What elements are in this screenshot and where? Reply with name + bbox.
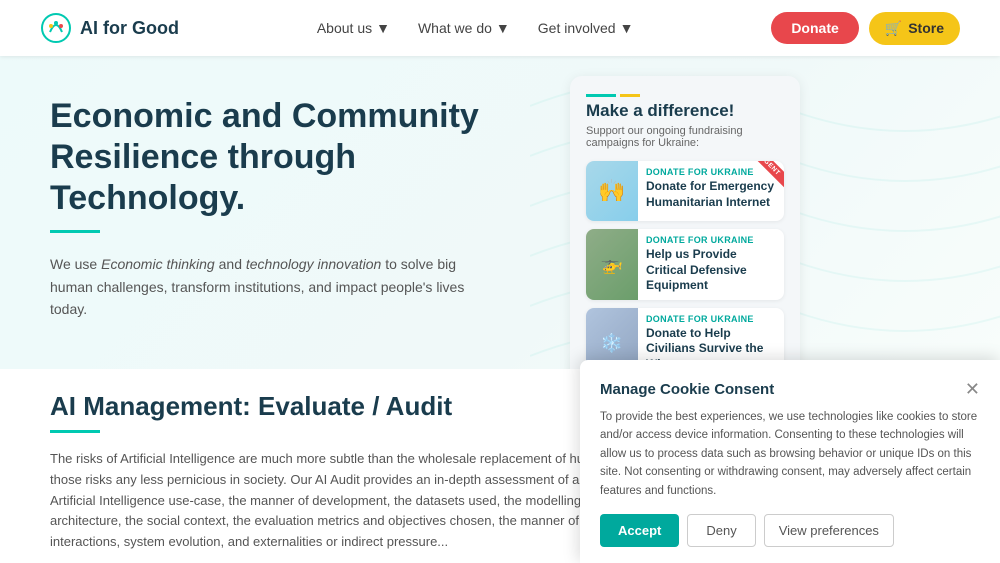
hero-section: Economic and Community Resilience throug… xyxy=(0,56,560,369)
cookie-close-button[interactable]: ✕ xyxy=(965,380,980,398)
drone-icon: 🚁 xyxy=(601,254,623,275)
store-icon: 🛒 xyxy=(885,20,902,37)
card-title: Make a difference! xyxy=(586,101,784,121)
cookie-body: To provide the best experiences, we use … xyxy=(600,408,980,500)
card-title-bar xyxy=(586,94,784,97)
logo-icon xyxy=(40,12,72,44)
card-subtitle: Support our ongoing fundraising campaign… xyxy=(586,125,784,149)
donation-item-3-label: Donate for Ukraine xyxy=(646,314,776,324)
donation-item-2-label: Donate for Ukraine xyxy=(646,235,776,245)
logo[interactable]: AI for Good xyxy=(40,12,179,44)
nav-links: About us ▼ What we do ▼ Get involved ▼ xyxy=(317,20,634,36)
urgent-badge: URGENT xyxy=(743,161,784,189)
donation-card-section: Make a difference! Support our ongoing f… xyxy=(560,56,820,369)
hero-italic-1: Economic thinking xyxy=(101,256,215,272)
cookie-accept-button[interactable]: Accept xyxy=(600,514,679,547)
cookie-deny-button[interactable]: Deny xyxy=(687,514,755,547)
store-button[interactable]: 🛒 Store xyxy=(869,12,960,45)
section-underline xyxy=(50,430,100,433)
donation-item-1-image: 🙌 xyxy=(586,161,638,221)
hero-body: We use Economic thinking and technology … xyxy=(50,253,470,320)
hero-area: Economic and Community Resilience throug… xyxy=(0,56,1000,369)
donation-item-2-image: 🚁 xyxy=(586,229,638,300)
hands-icon: 🙌 xyxy=(598,178,625,204)
card-line-teal xyxy=(586,94,616,97)
hero-italic-2: technology innovation xyxy=(246,256,381,272)
chevron-down-icon: ▼ xyxy=(496,20,510,36)
chevron-down-icon: ▼ xyxy=(376,20,390,36)
cookie-title: Manage Cookie Consent xyxy=(600,381,774,398)
nav-about[interactable]: About us ▼ xyxy=(317,20,390,36)
hero-underline xyxy=(50,230,100,233)
donation-item-2-content: Donate for Ukraine Help us Provide Criti… xyxy=(638,229,784,300)
nav-what-we-do[interactable]: What we do ▼ xyxy=(418,20,510,36)
navbar: AI for Good About us ▼ What we do ▼ Get … xyxy=(0,0,1000,56)
cookie-actions: Accept Deny View preferences xyxy=(600,514,980,547)
nav-get-involved[interactable]: Get involved ▼ xyxy=(538,20,634,36)
donation-card: Make a difference! Support our ongoing f… xyxy=(570,76,800,369)
logo-text: AI for Good xyxy=(80,18,179,39)
card-line-yellow xyxy=(620,94,640,97)
chevron-down-icon: ▼ xyxy=(620,20,634,36)
nav-actions: Donate 🛒 Store xyxy=(771,12,960,45)
cookie-preferences-button[interactable]: View preferences xyxy=(764,514,894,547)
cookie-header: Manage Cookie Consent ✕ xyxy=(600,380,980,398)
donation-item-1[interactable]: 🙌 Donate for Ukraine Donate for Emergenc… xyxy=(586,161,784,221)
donation-item-2-name: Help us Provide Critical Defensive Equip… xyxy=(646,247,776,294)
cookie-consent: Manage Cookie Consent ✕ To provide the b… xyxy=(580,360,1000,563)
urgent-ribbon: URGENT xyxy=(734,161,784,211)
donate-button[interactable]: Donate xyxy=(771,12,858,44)
donation-item-2[interactable]: 🚁 Donate for Ukraine Help us Provide Cri… xyxy=(586,229,784,300)
winter-icon: ❄️ xyxy=(601,333,623,354)
hero-title: Economic and Community Resilience throug… xyxy=(50,96,520,218)
